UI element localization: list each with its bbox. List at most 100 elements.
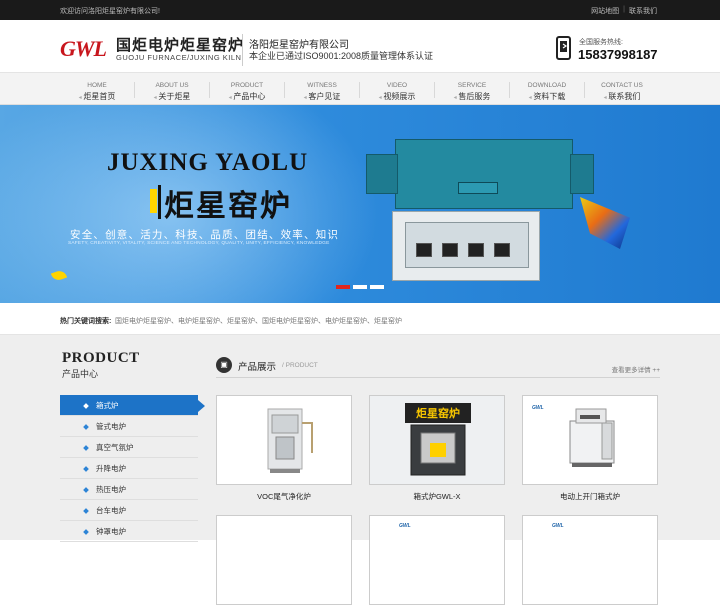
product-image-title: 炬星窑炉 — [416, 406, 460, 420]
nav-home-cn: 炬星首页 — [60, 91, 134, 102]
sidebar-title-en: PRODUCT — [62, 350, 140, 366]
product-image[interactable]: GWL — [522, 395, 658, 485]
box-furnace-image: 炬星窑炉 — [405, 403, 471, 476]
meter-display — [416, 243, 432, 257]
product-card[interactable]: VOC尾气净化炉 — [216, 395, 352, 502]
product-badge: GWL — [552, 523, 564, 529]
product-name[interactable]: 电动上开门箱式炉 — [522, 491, 658, 502]
nav-video-en: VIDEO — [386, 82, 408, 89]
phone-icon — [556, 36, 571, 60]
banner-slogan: 安全、创意、活力、科技、品质、团结、效率、知识 — [70, 229, 340, 241]
slide-dot[interactable] — [336, 285, 350, 289]
nav-witness-cn: 客户见证 — [285, 91, 359, 102]
welcome-text: 欢迎访问洛阳炬星窑炉有限公司! — [60, 8, 160, 15]
more-products-link[interactable]: 查看更多详情 ++ — [612, 364, 660, 374]
nav-contact[interactable]: CONTACT US 联系我们 — [585, 73, 659, 105]
contact-link[interactable]: 联系我们 — [629, 6, 657, 16]
nav-service-cn: 售后服务 — [435, 91, 509, 102]
sitemap-link[interactable]: 网站地图 — [591, 6, 619, 16]
furnace-end-cap — [570, 154, 594, 194]
nav-download-en: DOWNLOAD — [527, 82, 567, 89]
top-link-separator: | — [623, 6, 625, 13]
top-open-box-furnace-image — [569, 408, 615, 467]
products-section-icon: ▣ — [216, 357, 232, 373]
nav-download[interactable]: DOWNLOAD 资料下载 — [510, 73, 584, 105]
product-image[interactable]: GWL — [369, 515, 505, 605]
top-links: 网站地图 | 联系我们 — [591, 6, 657, 16]
products-header: ▣ 产品展示 / PRODUCT 查看更多详情 ++ — [216, 355, 660, 378]
nav-about-cn: 关于炬星 — [135, 91, 209, 102]
hot-search-bar: 热门关键词搜索: 国炬电炉炬星窑炉、电炉炬星窑炉、炬星窑炉、国炬电炉炬星窑炉、电… — [0, 305, 720, 335]
banner-slogan-en: SAFETY, CREATIVITY, VITALITY, SCIENCE AN… — [68, 241, 330, 246]
slide-dot[interactable] — [353, 285, 367, 289]
logo-mark[interactable]: GWL — [60, 36, 107, 62]
product-card[interactable]: GWL — [522, 515, 658, 605]
nav-about[interactable]: ABOUT US 关于炬星 — [135, 73, 209, 105]
nav-service[interactable]: SERVICE 售后服务 — [435, 73, 509, 105]
furnace-nameplate — [458, 182, 498, 194]
slider-indicators — [336, 285, 384, 289]
category-item[interactable]: 台车电炉 — [60, 500, 198, 521]
category-item[interactable]: 钟罩电炉 — [60, 521, 198, 542]
product-image[interactable] — [216, 395, 352, 485]
products-title-en: / PRODUCT — [282, 362, 318, 369]
banner-accent-bar — [150, 189, 157, 213]
product-card[interactable] — [216, 515, 352, 605]
banner-headline: JUXING YAOLU — [107, 149, 309, 176]
product-card[interactable]: 炬星窑炉 箱式炉GWL-X — [369, 395, 505, 502]
product-card[interactable]: GWL 电动上开门箱式炉 — [522, 395, 658, 502]
product-name[interactable]: VOC尾气净化炉 — [216, 491, 352, 502]
hot-search-label: 热门关键词搜索: — [60, 318, 112, 325]
category-item[interactable]: 升降电炉 — [60, 458, 198, 479]
nav-about-en: ABOUT US — [155, 82, 189, 89]
sidebar-title-cn: 产品中心 — [62, 369, 99, 379]
meter-display — [494, 243, 510, 257]
meter-display — [468, 243, 484, 257]
nav-contact-en: CONTACT US — [601, 82, 643, 89]
product-name[interactable]: 箱式炉GWL-X — [369, 491, 505, 502]
nav-product[interactable]: PRODUCT 产品中心 — [210, 73, 284, 105]
nav-video[interactable]: VIDEO 视频展示 — [360, 73, 434, 105]
hot-search-keywords[interactable]: 国炬电炉炬星窑炉、电炉炬星窑炉、炬星窑炉、国炬电炉炬星窑炉、电炉炬星窑炉、炬星窑… — [115, 316, 402, 326]
hotline-label: 全国服务热线: — [579, 39, 623, 46]
hotline-number: 15837998187 — [578, 47, 658, 62]
product-badge: GWL — [399, 523, 411, 529]
category-item[interactable]: 热压电炉 — [60, 479, 198, 500]
product-badge: GWL — [532, 405, 544, 411]
nav-product-cn: 产品中心 — [210, 91, 284, 102]
product-image[interactable] — [216, 515, 352, 605]
nav-product-en: PRODUCT — [230, 82, 264, 89]
logo-english-name: GUOJU FURNACE/JUXING KILN — [116, 53, 242, 62]
product-card[interactable]: GWL — [369, 515, 505, 605]
nav-contact-cn: 联系我们 — [585, 91, 659, 102]
ribbon-decoration — [580, 197, 630, 249]
product-image[interactable]: 炬星窑炉 — [369, 395, 505, 485]
products-title: 产品展示 — [238, 362, 277, 373]
category-item[interactable]: 箱式炉 — [60, 395, 205, 416]
furnace-control-cabinet — [392, 211, 540, 281]
iso-certification: 本企业已通过ISO9001:2008质量管理体系认证 — [249, 51, 434, 61]
nav-witness[interactable]: WITNESS 客户见证 — [285, 73, 359, 105]
nav-download-cn: 资料下载 — [510, 91, 584, 102]
slide-dot[interactable] — [370, 285, 384, 289]
product-image[interactable]: GWL — [522, 515, 658, 605]
product-category-list: 箱式炉 管式电炉 真空气氛炉 升降电炉 热压电炉 台车电炉 钟罩电炉 — [60, 395, 205, 542]
tube-furnace-image — [366, 139, 594, 209]
top-bar: 欢迎访问洛阳炬星窑炉有限公司! 网站地图 | 联系我们 — [0, 0, 720, 20]
meter-display — [442, 243, 458, 257]
nav-home[interactable]: HOME 炬星首页 — [60, 73, 134, 105]
furnace-end-cap — [366, 154, 398, 194]
header-divider — [242, 34, 243, 66]
nav-service-en: SERVICE — [457, 82, 487, 89]
main-nav: HOME 炬星首页 ABOUT US 关于炬星 PRODUCT 产品中心 WITNES… — [0, 72, 720, 105]
voc-furnace-image — [267, 408, 313, 473]
nav-video-cn: 视频展示 — [360, 91, 434, 102]
control-panel — [405, 222, 529, 268]
hero-banner[interactable]: JUXING YAOLU 炬星窑炉 安全、创意、活力、科技、品质、团结、效率、知… — [0, 105, 720, 303]
category-item[interactable]: 真空气氛炉 — [60, 437, 198, 458]
category-item[interactable]: 管式电炉 — [60, 416, 198, 437]
nav-witness-en: WITNESS — [307, 82, 337, 89]
main-content: PRODUCT 产品中心 箱式炉 管式电炉 真空气氛炉 升降电炉 热压电炉 台车… — [0, 335, 720, 605]
logo-chinese-name[interactable]: 国炬电炉炬星窑炉 — [116, 34, 244, 55]
nav-home-en: HOME — [87, 82, 107, 89]
